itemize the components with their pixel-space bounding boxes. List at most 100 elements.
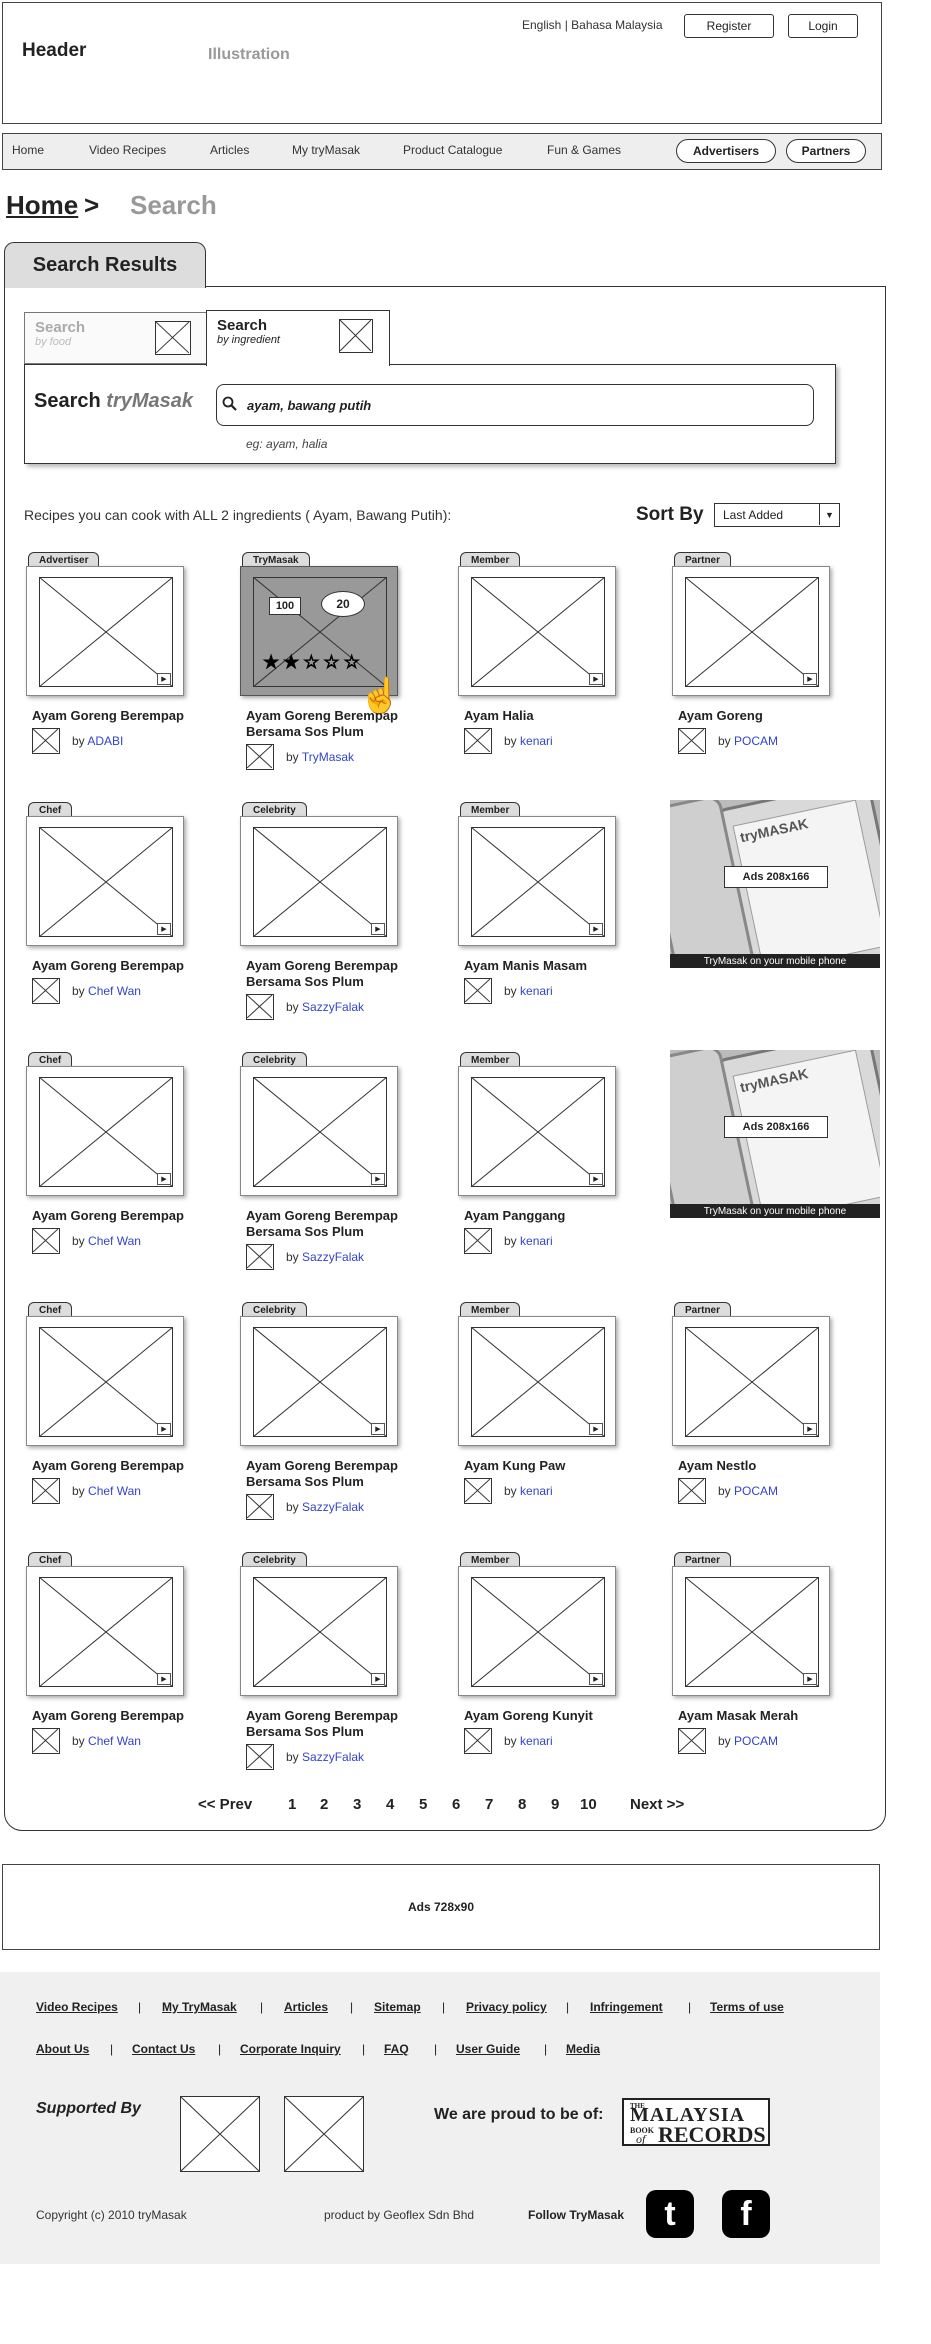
recipe-thumbnail[interactable]: ▶ xyxy=(458,1566,616,1696)
nav-fun-games[interactable]: Fun & Games xyxy=(547,143,621,157)
recipe-thumbnail[interactable]: ▶ xyxy=(26,1566,184,1696)
recipe-title[interactable]: Ayam Goreng Berempap Bersama Sos Plum xyxy=(246,958,406,990)
recipe-title[interactable]: Ayam Masak Merah xyxy=(678,1708,838,1724)
author-avatar[interactable] xyxy=(464,728,492,754)
recipe-thumbnail[interactable]: ▶ xyxy=(672,1316,830,1446)
recipe-title[interactable]: Ayam Goreng Kunyit xyxy=(464,1708,624,1724)
recipe-title[interactable]: Ayam Goreng Berempap Bersama Sos Plum xyxy=(246,1458,406,1490)
footer-link[interactable]: About Us xyxy=(36,2042,89,2056)
pagination-page-2[interactable]: 2 xyxy=(320,1796,328,1813)
recipe-title[interactable]: Ayam Nestlo xyxy=(678,1458,838,1474)
recipe-title[interactable]: Ayam Goreng Berempap xyxy=(32,1708,192,1724)
author-link[interactable]: SazzyFalak xyxy=(302,1750,364,1764)
author-avatar[interactable] xyxy=(464,978,492,1004)
pagination-prev[interactable]: << Prev xyxy=(198,1796,252,1813)
author-link[interactable]: Chef Wan xyxy=(88,984,141,998)
author-avatar[interactable] xyxy=(678,728,706,754)
pagination-page-3[interactable]: 3 xyxy=(353,1796,361,1813)
author-link[interactable]: POCAM xyxy=(734,1734,778,1748)
recipe-thumbnail[interactable]: ▶ xyxy=(240,1066,398,1196)
author-avatar[interactable] xyxy=(246,1244,274,1270)
pagination-next[interactable]: Next >> xyxy=(630,1796,684,1813)
recipe-thumbnail[interactable]: ▶ xyxy=(458,816,616,946)
recipe-title[interactable]: Ayam Kung Paw xyxy=(464,1458,624,1474)
login-button[interactable]: Login xyxy=(788,14,858,38)
author-link[interactable]: SazzyFalak xyxy=(302,1500,364,1514)
recipe-title[interactable]: Ayam Goreng Berempap Bersama Sos Plum xyxy=(246,1208,406,1240)
author-avatar[interactable] xyxy=(246,1494,274,1520)
author-link[interactable]: kenari xyxy=(520,1484,553,1498)
author-avatar[interactable] xyxy=(678,1478,706,1504)
author-avatar[interactable] xyxy=(32,728,60,754)
recipe-thumbnail[interactable]: ▶ xyxy=(458,1066,616,1196)
footer-link[interactable]: My TryMasak xyxy=(162,2000,237,2014)
register-button[interactable]: Register xyxy=(684,14,774,38)
tab-search-by-food[interactable]: Search by food xyxy=(24,312,208,364)
pagination-page-6[interactable]: 6 xyxy=(452,1796,460,1813)
author-link[interactable]: Chef Wan xyxy=(88,1734,141,1748)
author-link[interactable]: POCAM xyxy=(734,1484,778,1498)
author-avatar[interactable] xyxy=(678,1728,706,1754)
star-empty-icon[interactable]: ☆ xyxy=(323,653,340,672)
malaysia-book-of-records-logo[interactable]: THE MALAYSIA BOOK of RECORDS xyxy=(622,2098,770,2147)
pagination-page-1[interactable]: 1 xyxy=(288,1796,296,1813)
pagination-page-8[interactable]: 8 xyxy=(518,1796,526,1813)
star-filled-icon[interactable]: ★ xyxy=(283,653,300,672)
star-rating[interactable]: ★ ★ ☆ ☆ ☆ xyxy=(262,653,360,672)
author-link[interactable]: kenari xyxy=(520,1234,553,1248)
recipe-thumbnail[interactable]: ▶ xyxy=(458,566,616,696)
author-avatar[interactable] xyxy=(32,1228,60,1254)
author-link[interactable]: POCAM xyxy=(734,734,778,748)
recipe-title[interactable]: Ayam Goreng Berempap Bersama Sos Plum xyxy=(246,1708,406,1740)
recipe-thumbnail[interactable]: ▶ xyxy=(26,816,184,946)
sponsor-logo-1[interactable] xyxy=(180,2096,260,2172)
author-avatar[interactable] xyxy=(464,1228,492,1254)
author-avatar[interactable] xyxy=(32,1728,60,1754)
pagination-page-5[interactable]: 5 xyxy=(419,1796,427,1813)
star-empty-icon[interactable]: ☆ xyxy=(343,653,360,672)
star-empty-icon[interactable]: ☆ xyxy=(303,653,320,672)
author-link[interactable]: Chef Wan xyxy=(88,1484,141,1498)
nav-my-trymasak[interactable]: My tryMasak xyxy=(292,143,360,157)
footer-link[interactable]: Terms of use xyxy=(710,2000,784,2014)
footer-link[interactable]: Infringement xyxy=(590,2000,663,2014)
ad-mobile-208x166[interactable]: tryMASAK Ads 208x166 TryMasak on your mobi… xyxy=(670,800,880,968)
author-link[interactable]: Chef Wan xyxy=(88,1234,141,1248)
recipe-thumbnail[interactable]: ▶ xyxy=(26,1316,184,1446)
pagination-page-7[interactable]: 7 xyxy=(485,1796,493,1813)
author-avatar[interactable] xyxy=(32,978,60,1004)
footer-link[interactable]: Articles xyxy=(284,2000,328,2014)
recipe-title[interactable]: Ayam Goreng Berempap xyxy=(32,958,192,974)
author-avatar[interactable] xyxy=(464,1728,492,1754)
author-avatar[interactable] xyxy=(32,1478,60,1504)
footer-link[interactable]: Video Recipes xyxy=(36,2000,118,2014)
recipe-title[interactable]: Ayam Goreng Berempap xyxy=(32,1208,192,1224)
nav-articles[interactable]: Articles xyxy=(210,143,249,157)
recipe-thumbnail[interactable]: ▶ xyxy=(240,1316,398,1446)
footer-link[interactable]: Media xyxy=(566,2042,600,2056)
recipe-thumbnail[interactable]: ▶ xyxy=(26,566,184,696)
author-link[interactable]: kenari xyxy=(520,1734,553,1748)
author-avatar[interactable] xyxy=(464,1478,492,1504)
partners-button[interactable]: Partners xyxy=(786,139,866,163)
pagination-page-9[interactable]: 9 xyxy=(551,1796,559,1813)
footer-link[interactable]: FAQ xyxy=(384,2042,409,2056)
advertisers-button[interactable]: Advertisers xyxy=(676,139,776,163)
author-link[interactable]: ADABI xyxy=(87,734,123,748)
sponsor-logo-2[interactable] xyxy=(284,2096,364,2172)
nav-video-recipes[interactable]: Video Recipes xyxy=(89,143,166,157)
recipe-thumbnail[interactable]: ▶ xyxy=(672,1566,830,1696)
footer-link[interactable]: Corporate Inquiry xyxy=(240,2042,341,2056)
footer-link[interactable]: Sitemap xyxy=(374,2000,421,2014)
tab-search-by-ingredient[interactable]: Search by ingredient xyxy=(206,310,390,366)
ad-mobile-208x166[interactable]: tryMASAK Ads 208x166 TryMasak on your mobi… xyxy=(670,1050,880,1218)
star-filled-icon[interactable]: ★ xyxy=(262,653,279,672)
recipe-title[interactable]: Ayam Manis Masam xyxy=(464,958,624,974)
recipe-thumbnail[interactable]: 100 20 ★ ★ ☆ ☆ ☆ ☝ xyxy=(240,566,402,714)
author-link[interactable]: kenari xyxy=(520,984,553,998)
recipe-thumbnail[interactable]: ▶ xyxy=(672,566,830,696)
recipe-title[interactable]: Ayam Goreng Berempap Bersama Sos Plum xyxy=(246,708,406,740)
ad-banner-728x90[interactable]: Ads 728x90 xyxy=(2,1864,880,1950)
recipe-thumbnail[interactable]: ▶ xyxy=(26,1066,184,1196)
author-link[interactable]: kenari xyxy=(520,734,553,748)
